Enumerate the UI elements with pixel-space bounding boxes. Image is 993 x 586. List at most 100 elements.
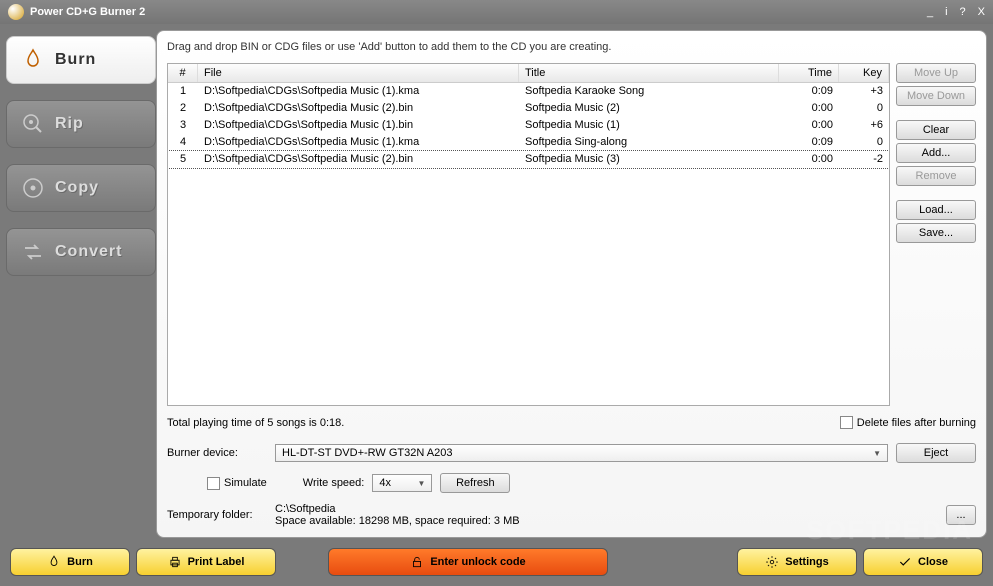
unlock-button[interactable]: Enter unlock code — [328, 548, 608, 576]
tab-rip[interactable]: Rip — [6, 100, 156, 148]
unlock-button-label: Enter unlock code — [430, 556, 525, 568]
tab-burn-label: Burn — [55, 51, 96, 69]
cell-key: -2 — [839, 151, 889, 167]
app-icon — [8, 4, 24, 20]
gear-icon — [765, 555, 779, 569]
simulate-checkbox[interactable]: Simulate — [207, 477, 267, 490]
flame-icon — [21, 48, 45, 72]
move-up-button[interactable]: Move Up — [896, 63, 976, 83]
cell-time: 0:09 — [779, 134, 839, 150]
cell-title: Softpedia Music (1) — [519, 117, 779, 133]
print-label-button[interactable]: Print Label — [136, 548, 276, 576]
delete-after-label: Delete files after burning — [857, 417, 976, 429]
titlebar: Power CD+G Burner 2 _ i ? X — [0, 0, 993, 24]
cell-key: 0 — [839, 100, 889, 116]
tab-burn[interactable]: Burn — [6, 36, 156, 84]
tab-copy[interactable]: Copy — [6, 164, 156, 212]
col-num[interactable]: # — [168, 64, 198, 82]
close-app-button[interactable]: Close — [863, 548, 983, 576]
move-down-button[interactable]: Move Down — [896, 86, 976, 106]
temp-folder-label: Temporary folder: — [167, 509, 267, 521]
tab-convert[interactable]: Convert — [6, 228, 156, 276]
cell-num: 4 — [168, 134, 198, 150]
cell-title: Softpedia Sing-along — [519, 134, 779, 150]
side-buttons: Move Up Move Down Clear Add... Remove Lo… — [896, 63, 976, 406]
table-row[interactable]: 3D:\Softpedia\CDGs\Softpedia Music (1).b… — [168, 117, 889, 134]
checkbox-box[interactable] — [207, 477, 220, 490]
cell-key: 0 — [839, 134, 889, 150]
temp-folder-value: C:\Softpedia — [275, 503, 938, 515]
cell-file: D:\Softpedia\CDGs\Softpedia Music (1).km… — [198, 83, 519, 99]
table-row[interactable]: 1D:\Softpedia\CDGs\Softpedia Music (1).k… — [168, 83, 889, 100]
flame-icon — [47, 555, 61, 569]
help-button[interactable]: ? — [960, 6, 966, 18]
load-button[interactable]: Load... — [896, 200, 976, 220]
burner-device-label: Burner device: — [167, 447, 267, 459]
cell-title: Softpedia Karaoke Song — [519, 83, 779, 99]
tab-copy-label: Copy — [55, 179, 99, 197]
cell-title: Softpedia Music (2) — [519, 100, 779, 116]
burn-panel: Drag and drop BIN or CDG files or use 'A… — [156, 30, 987, 538]
refresh-button[interactable]: Refresh — [440, 473, 510, 493]
disc-search-icon — [21, 112, 45, 136]
close-app-button-label: Close — [918, 556, 948, 568]
simulate-label: Simulate — [224, 477, 267, 489]
info-button[interactable]: i — [945, 6, 947, 18]
cell-num: 1 — [168, 83, 198, 99]
write-speed-select[interactable]: 4x ▼ — [372, 474, 432, 492]
clear-button[interactable]: Clear — [896, 120, 976, 140]
cell-file: D:\Softpedia\CDGs\Softpedia Music (2).bi… — [198, 151, 519, 167]
write-speed-label: Write speed: — [303, 477, 365, 489]
checkbox-box[interactable] — [840, 416, 853, 429]
cell-key: +3 — [839, 83, 889, 99]
col-file[interactable]: File — [198, 64, 519, 82]
sidebar: Burn Rip Copy Convert — [6, 30, 156, 538]
settings-button-label: Settings — [785, 556, 828, 568]
chevron-down-icon: ▼ — [417, 479, 425, 488]
instruction-text: Drag and drop BIN or CDG files or use 'A… — [167, 41, 976, 53]
cell-num: 5 — [168, 151, 198, 167]
eject-button[interactable]: Eject — [896, 443, 976, 463]
check-icon — [898, 555, 912, 569]
burn-button-label: Burn — [67, 556, 93, 568]
table-header: # File Title Time Key — [168, 64, 889, 83]
cell-time: 0:00 — [779, 100, 839, 116]
cell-num: 2 — [168, 100, 198, 116]
total-time-text: Total playing time of 5 songs is 0:18. — [167, 417, 344, 429]
remove-button[interactable]: Remove — [896, 166, 976, 186]
space-text: Space available: 18298 MB, space require… — [275, 515, 938, 527]
app-title: Power CD+G Burner 2 — [30, 6, 927, 18]
save-button[interactable]: Save... — [896, 223, 976, 243]
add-button[interactable]: Add... — [896, 143, 976, 163]
col-time[interactable]: Time — [779, 64, 839, 82]
lock-icon — [410, 555, 424, 569]
printer-icon — [168, 555, 182, 569]
disc-icon — [21, 176, 45, 200]
burn-button[interactable]: Burn — [10, 548, 130, 576]
cell-title: Softpedia Music (3) — [519, 151, 779, 167]
col-key[interactable]: Key — [839, 64, 889, 82]
close-button[interactable]: X — [978, 6, 985, 18]
browse-button[interactable]: ... — [946, 505, 976, 525]
print-label-button-label: Print Label — [188, 556, 245, 568]
table-row[interactable]: 5D:\Softpedia\CDGs\Softpedia Music (2).b… — [168, 151, 889, 168]
table-row[interactable]: 2D:\Softpedia\CDGs\Softpedia Music (2).b… — [168, 100, 889, 117]
convert-icon — [21, 240, 45, 264]
cell-key: +6 — [839, 117, 889, 133]
table-row[interactable]: 4D:\Softpedia\CDGs\Softpedia Music (1).k… — [168, 134, 889, 151]
cell-file: D:\Softpedia\CDGs\Softpedia Music (2).bi… — [198, 100, 519, 116]
cell-time: 0:09 — [779, 83, 839, 99]
burner-device-value: HL-DT-ST DVD+-RW GT32N A203 — [282, 447, 452, 459]
cell-time: 0:00 — [779, 151, 839, 167]
chevron-down-icon: ▼ — [873, 449, 881, 458]
file-table[interactable]: # File Title Time Key 1D:\Softpedia\CDGs… — [167, 63, 890, 406]
delete-after-checkbox[interactable]: Delete files after burning — [840, 416, 976, 429]
cell-file: D:\Softpedia\CDGs\Softpedia Music (1).km… — [198, 134, 519, 150]
minimize-button[interactable]: _ — [927, 6, 933, 18]
tab-rip-label: Rip — [55, 115, 84, 133]
burner-device-select[interactable]: HL-DT-ST DVD+-RW GT32N A203 ▼ — [275, 444, 888, 462]
settings-button[interactable]: Settings — [737, 548, 857, 576]
bottom-bar: Burn Print Label Enter unlock code Setti… — [0, 544, 993, 580]
cell-time: 0:00 — [779, 117, 839, 133]
col-title[interactable]: Title — [519, 64, 779, 82]
